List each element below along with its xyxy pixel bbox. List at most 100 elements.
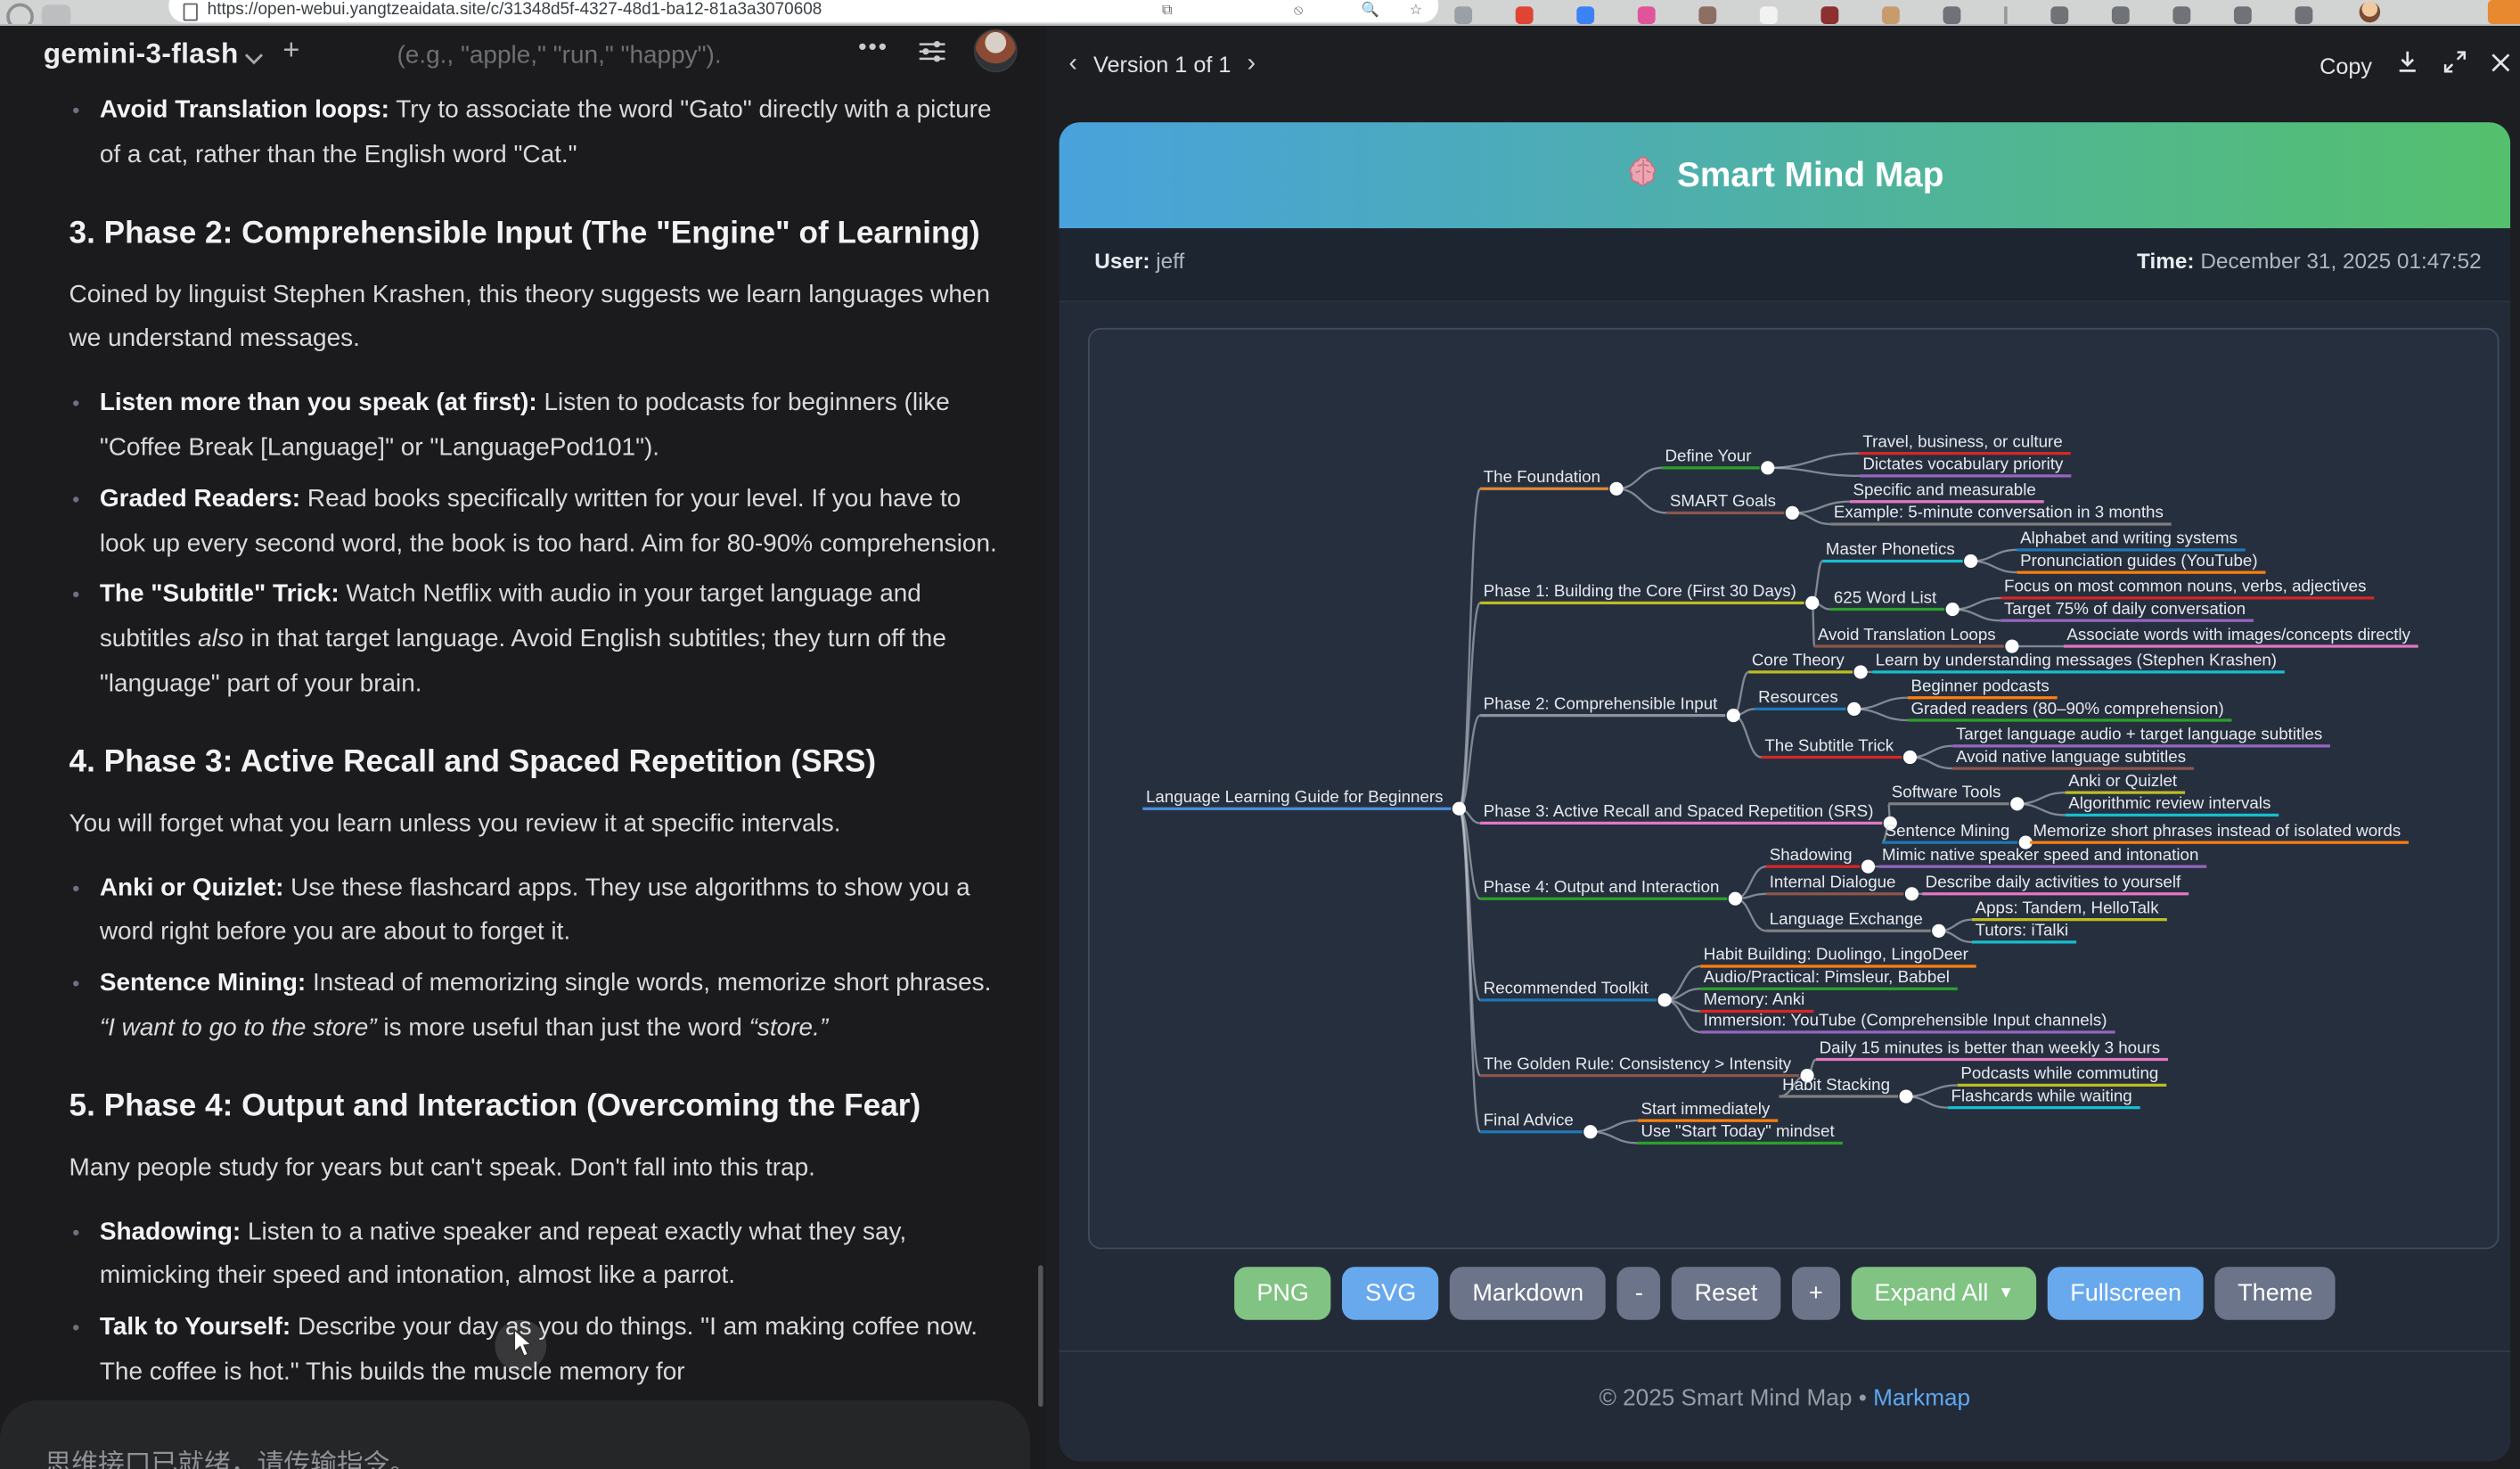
mindmap-node-label[interactable]: Mimic native speaker speed and intonatio… [1882, 845, 2198, 864]
extension-pipe-icon[interactable] [2004, 5, 2008, 23]
mindmap-node-label[interactable]: Focus on most common nouns, verbs, adjec… [2004, 577, 2366, 595]
tab-shape[interactable] [42, 4, 70, 25]
mindmap-node-label[interactable]: Resources [1758, 687, 1838, 706]
mindmap-collapse-dot[interactable] [1903, 751, 1917, 764]
expand-all-button[interactable]: Expand All▼ [1852, 1267, 2036, 1320]
extension-play-icon[interactable] [2112, 5, 2130, 23]
extension-book-icon[interactable] [1820, 5, 1838, 23]
mindmap-collapse-dot[interactable] [1899, 1089, 1912, 1103]
mindmap-node-label[interactable]: The Golden Rule: Consistency > Intensity [1484, 1054, 1792, 1072]
mindmap-node-label[interactable]: Immersion: YouTube (Comprehensible Input… [1704, 1011, 2107, 1030]
extension-outline-icon[interactable] [1943, 5, 1961, 23]
mindmap-collapse-dot[interactable] [1805, 596, 1819, 610]
mindmap-collapse-dot[interactable] [1658, 993, 1672, 1006]
svg-export-button[interactable]: SVG [1343, 1267, 1439, 1320]
mindmap-node-label[interactable]: The Subtitle Trick [1764, 735, 1894, 754]
mindmap-collapse-dot[interactable] [1583, 1125, 1597, 1138]
search-icon[interactable]: 🔍 [1362, 2, 1379, 20]
mindmap-node-label[interactable]: Tutors: iTalki [1976, 921, 2069, 940]
mindmap-node-label[interactable]: Phase 2: Comprehensible Input [1484, 693, 1718, 712]
extension-ring-icon[interactable] [2234, 5, 2252, 23]
mindmap-node-label[interactable]: Target language audio + target language … [1956, 725, 2322, 743]
chevron-down-icon[interactable] [244, 45, 264, 73]
mindmap-node-label[interactable]: Language Exchange [1770, 909, 1923, 928]
zoom-out-button[interactable]: - [1617, 1267, 1661, 1320]
previous-version-button[interactable]: ‹ [1068, 52, 1077, 78]
mindmap-node-label[interactable]: Learn by understanding messages (Stephen… [1876, 651, 2277, 669]
mindmap-node-label[interactable]: Algorithmic review intervals [2068, 793, 2270, 812]
user-avatar[interactable] [974, 29, 1018, 72]
extension-scissors-icon[interactable] [2295, 5, 2312, 23]
model-selector[interactable]: gemini-3-flash [44, 37, 239, 70]
mindmap-node-label[interactable]: Target 75% of daily conversation [2004, 599, 2246, 618]
mindmap-node-label[interactable]: Apps: Tandem, HelloTalk [1976, 898, 2160, 916]
browser-profile-avatar[interactable] [2360, 2, 2380, 22]
mindmap-node-label[interactable]: SMART Goals [1670, 491, 1776, 510]
new-chat-button[interactable]: + [282, 34, 299, 68]
mindmap-collapse-dot[interactable] [1946, 603, 1960, 616]
mindmap-node-label[interactable]: Habit Building: Duolingo, LingoDeer [1704, 945, 1968, 964]
bookmark-star-icon[interactable]: ☆ [1410, 2, 1423, 20]
mindmap-canvas[interactable]: Language Learning Guide for BeginnersThe… [1088, 328, 2500, 1249]
mindmap-collapse-dot[interactable] [1905, 887, 1919, 900]
mindmap-node-label[interactable]: Pronunciation guides (YouTube) [2020, 551, 2258, 570]
mindmap-collapse-dot[interactable] [1727, 709, 1740, 722]
mindmap-node-label[interactable]: Avoid Translation Loops [1818, 625, 1996, 644]
extension-tan-icon[interactable] [1882, 5, 1900, 23]
markdown-export-button[interactable]: Markdown [1450, 1267, 1606, 1320]
mindmap-collapse-dot[interactable] [1932, 924, 1945, 938]
copy-button[interactable]: Copy [2320, 53, 2372, 79]
mindmap-node-label[interactable]: Phase 3: Active Recall and Spaced Repeti… [1484, 801, 1874, 820]
url-text[interactable]: https://open-webui.yangtzeaidata.site/c/… [208, 0, 1140, 20]
mindmap-node-label[interactable]: Internal Dialogue [1770, 873, 1896, 891]
mindmap-node-label[interactable]: Master Phonetics [1826, 539, 1955, 558]
browser-edge-icon[interactable] [2488, 0, 2520, 24]
reset-button[interactable]: Reset [1672, 1267, 1780, 1320]
mindmap-node-label[interactable]: 625 Word List [1834, 587, 1937, 606]
mindmap-node-label[interactable]: Describe daily activities to yourself [1926, 873, 2181, 891]
markmap-link[interactable]: Markmap [1873, 1386, 1970, 1412]
mindmap-node-label[interactable]: Alphabet and writing systems [2020, 529, 2238, 547]
mindmap-node-label[interactable]: Sentence Mining [1886, 821, 2010, 840]
mindmap-node-label[interactable]: Phase 1: Building the Core (First 30 Day… [1484, 581, 1796, 600]
mindmap-node-label[interactable]: Start immediately [1640, 1099, 1770, 1118]
mindmap-node-label[interactable]: Anki or Quizlet [2068, 771, 2178, 790]
mindmap-node-label[interactable]: Audio/Practical: Pimsleur, Babbel [1704, 967, 1950, 986]
chat-menu-button[interactable]: ••• [858, 34, 888, 62]
mindmap-node-label[interactable]: Beginner podcasts [1910, 677, 2049, 695]
mindmap-node-label[interactable]: Travel, business, or culture [1862, 431, 2062, 450]
extension-pink-icon[interactable] [1638, 5, 1656, 23]
mindmap-node-label[interactable]: Phase 4: Output and Interaction [1484, 877, 1720, 896]
extension-flask-icon[interactable] [2050, 5, 2068, 23]
bookmark-widget-icon[interactable]: ⧉ [1162, 2, 1173, 20]
mindmap-node-label[interactable]: Daily 15 minutes is better than weekly 3… [1820, 1038, 2160, 1056]
extension-trash-icon[interactable] [2172, 5, 2190, 23]
chat-scrollbar[interactable] [1038, 1265, 1043, 1407]
mindmap-collapse-dot[interactable] [1761, 461, 1774, 474]
mindmap-collapse-dot[interactable] [1847, 702, 1861, 716]
mindmap-node-label[interactable]: Core Theory [1752, 651, 1845, 669]
mindmap-node-label[interactable]: Define Your [1665, 447, 1751, 465]
mindmap-collapse-dot[interactable] [1609, 482, 1623, 496]
mindmap-node-label[interactable]: Use "Start Today" mindset [1640, 1121, 1835, 1140]
extension-brown-icon[interactable] [1698, 5, 1716, 23]
chat-input[interactable]: 思维接口已就绪，请传输指令。 [0, 1400, 1030, 1469]
mindmap-node-label[interactable]: Example: 5-minute conversation in 3 mont… [1834, 503, 2164, 521]
expand-icon[interactable] [2442, 50, 2467, 82]
mindmap-collapse-dot[interactable] [1786, 506, 1799, 520]
blocked-icon[interactable]: ⦸ [1294, 2, 1304, 20]
mindmap-node-label[interactable]: Flashcards while waiting [1951, 1086, 2132, 1104]
zoom-in-button[interactable]: + [1791, 1267, 1840, 1320]
mindmap-collapse-dot[interactable] [1854, 665, 1868, 678]
mindmap-collapse-dot[interactable] [1729, 892, 1742, 906]
controls-icon[interactable] [920, 40, 945, 70]
address-bar[interactable]: https://open-webui.yangtzeaidata.site/c/… [168, 0, 1438, 22]
mindmap-node-label[interactable]: Final Advice [1484, 1110, 1574, 1128]
mindmap-node-label[interactable]: Graded readers (80–90% comprehension) [1910, 699, 2223, 718]
mindmap-node-label[interactable]: Habit Stacking [1782, 1075, 1890, 1094]
mindmap-collapse-dot[interactable] [1964, 554, 1977, 568]
mindmap-node-label[interactable]: The Foundation [1484, 467, 1600, 486]
next-version-button[interactable]: › [1247, 52, 1256, 78]
download-icon[interactable] [2396, 50, 2418, 82]
mindmap-node-label[interactable]: Dictates vocabulary priority [1862, 455, 2064, 473]
